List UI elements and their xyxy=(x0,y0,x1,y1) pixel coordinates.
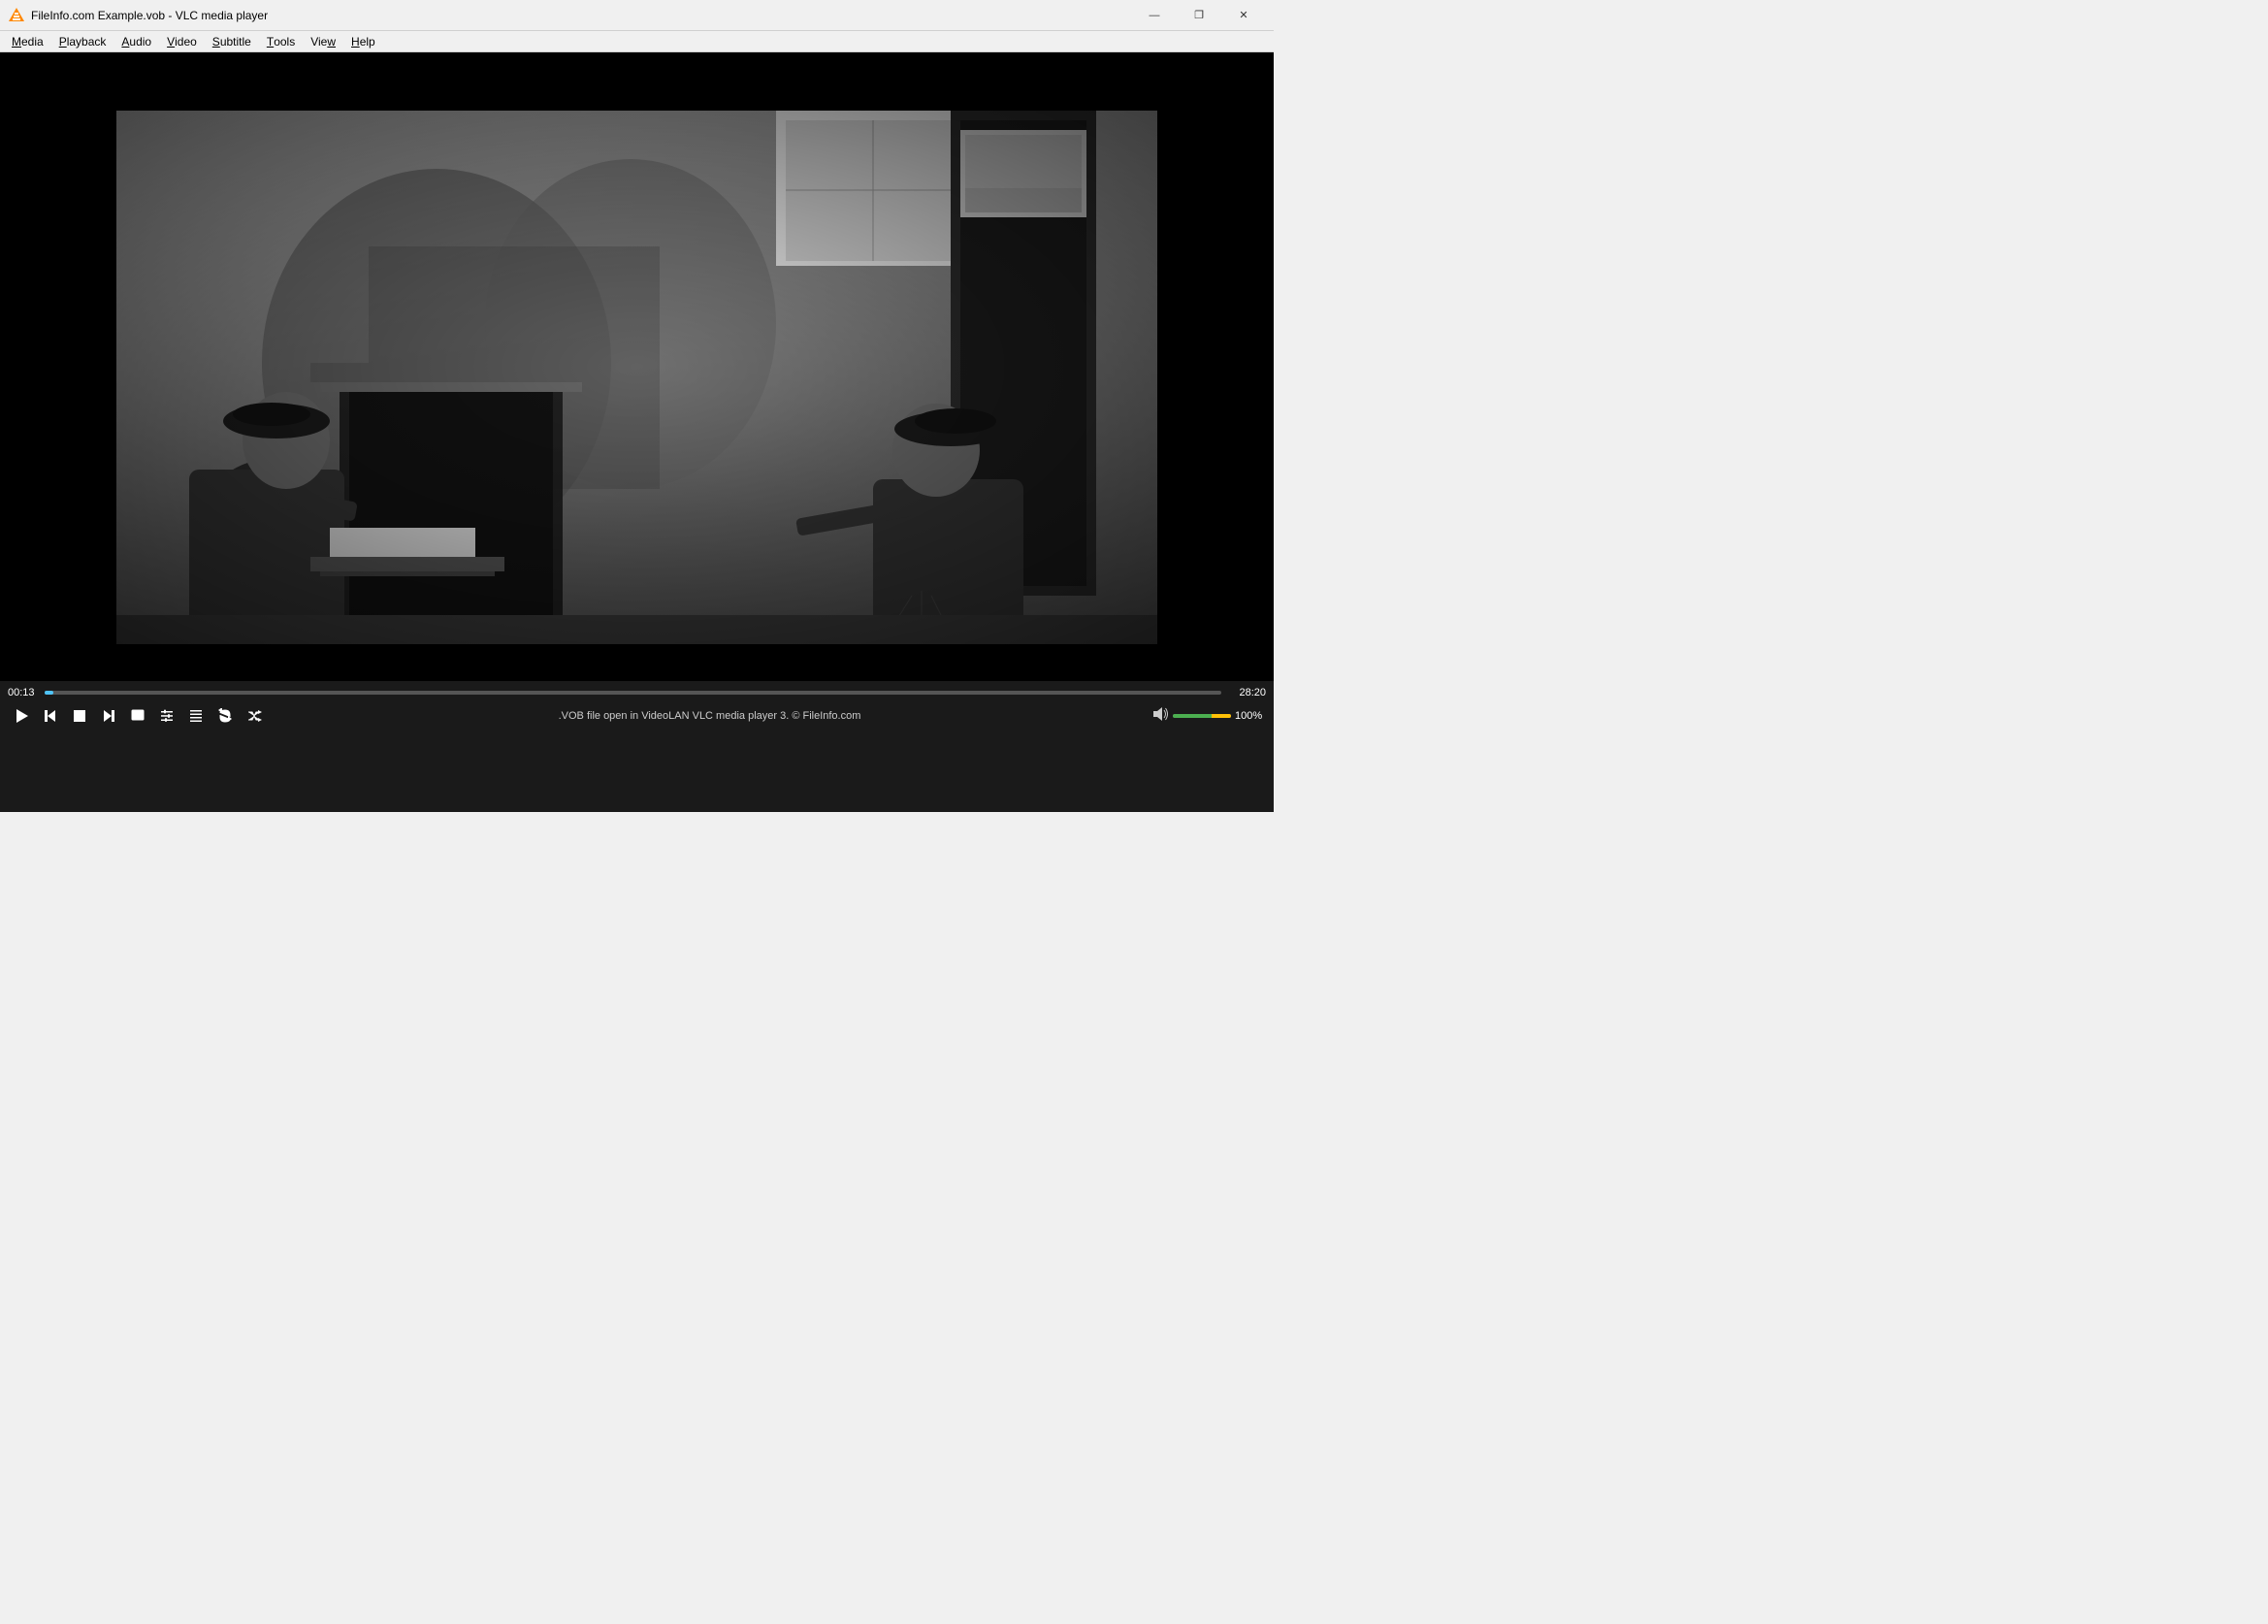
extended-settings-button[interactable] xyxy=(153,702,180,730)
menu-media[interactable]: Media xyxy=(4,31,51,52)
volume-button[interactable] xyxy=(1151,705,1169,728)
status-bar: .VOB file open in VideoLAN VLC media pla… xyxy=(270,710,1150,722)
menu-tools[interactable]: Tools xyxy=(259,31,303,52)
menubar: Media Playback Audio Video Subtitle Tool… xyxy=(0,31,1274,52)
prev-button[interactable] xyxy=(37,702,64,730)
menu-playback[interactable]: Playback xyxy=(51,31,114,52)
menu-help[interactable]: Help xyxy=(343,31,383,52)
video-area xyxy=(0,52,1274,681)
next-button[interactable] xyxy=(95,702,122,730)
close-button[interactable]: ✕ xyxy=(1221,0,1266,31)
window-controls: — ❐ ✕ xyxy=(1132,0,1266,31)
progress-bar[interactable] xyxy=(45,691,1221,695)
menu-video[interactable]: Video xyxy=(159,31,205,52)
video-frame xyxy=(0,52,1274,681)
maximize-button[interactable]: ❐ xyxy=(1177,0,1221,31)
titlebar: FileInfo.com Example.vob - VLC media pla… xyxy=(0,0,1274,31)
volume-bar[interactable] xyxy=(1173,714,1231,718)
play-button[interactable] xyxy=(8,702,35,730)
volume-bar-yellow xyxy=(1212,714,1231,718)
app-icon xyxy=(8,7,25,24)
menu-view[interactable]: View xyxy=(303,31,343,52)
volume-bar-green xyxy=(1173,714,1212,718)
status-text: .VOB file open in VideoLAN VLC media pla… xyxy=(559,710,861,722)
controls-area: 00:13 28:20 xyxy=(0,681,1274,812)
volume-percent: 100% xyxy=(1235,710,1266,722)
playlist-button[interactable] xyxy=(182,702,210,730)
bottom-row: .VOB file open in VideoLAN VLC media pla… xyxy=(8,702,1266,730)
time-current: 00:13 xyxy=(8,687,37,698)
volume-area: 100% xyxy=(1151,705,1266,728)
progress-row: 00:13 28:20 xyxy=(8,687,1266,698)
menu-subtitle[interactable]: Subtitle xyxy=(205,31,259,52)
progress-bar-fill xyxy=(45,691,53,695)
loop-button[interactable] xyxy=(211,702,239,730)
stop-button[interactable] xyxy=(66,702,93,730)
random-button[interactable] xyxy=(241,702,268,730)
minimize-button[interactable]: — xyxy=(1132,0,1177,31)
fullscreen-button[interactable] xyxy=(124,702,151,730)
window-title: FileInfo.com Example.vob - VLC media pla… xyxy=(31,9,1132,22)
time-total: 28:20 xyxy=(1229,687,1266,698)
menu-audio[interactable]: Audio xyxy=(113,31,159,52)
